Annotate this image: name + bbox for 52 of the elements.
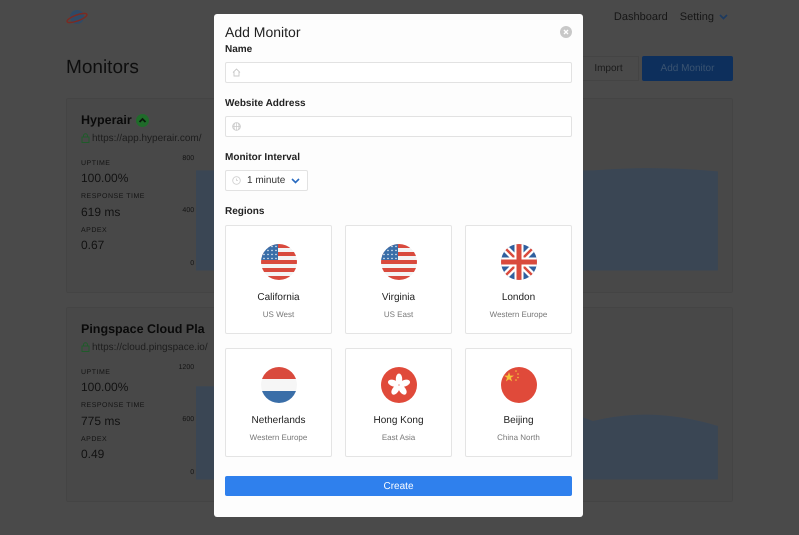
stat-value: 100.00% (81, 379, 130, 396)
us-flag-icon (260, 244, 296, 280)
planet-logo-icon[interactable] (66, 9, 88, 25)
create-button[interactable]: Create (225, 476, 572, 496)
page-title: Monitors (66, 56, 139, 80)
flower-flag-icon (380, 367, 416, 403)
region-area: China North (497, 432, 540, 444)
clock-icon (232, 176, 241, 185)
star-flag-icon (500, 367, 536, 403)
dialog-title: Add Monitor (225, 22, 300, 42)
region-name: London (502, 291, 536, 305)
text-input-field[interactable] (225, 62, 572, 83)
chevron-down-icon (291, 178, 300, 184)
globe-icon (232, 122, 241, 131)
region-area: Western Europe (490, 309, 548, 321)
lock-icon (81, 342, 90, 352)
monitor-name[interactable]: Pingspace Cloud Pla (81, 320, 205, 339)
region-area: East Asia (382, 432, 416, 444)
region-card[interactable]: Beijing China North (465, 348, 572, 457)
stat-value: 100.00% (81, 170, 130, 187)
region-name: Beijing (503, 414, 534, 428)
region-area: US East (384, 309, 414, 321)
text-input-field[interactable] (225, 116, 572, 137)
interval-dropdown[interactable]: 1 minute (225, 170, 308, 191)
region-card[interactable]: Virginia US East (345, 225, 452, 334)
field-label: Monitor Interval (225, 151, 302, 165)
region-card[interactable]: London Western Europe (465, 225, 572, 334)
lock-icon (81, 133, 90, 143)
region-name: Hong Kong (373, 414, 424, 428)
field-label: Name (225, 43, 254, 57)
region-name: Virginia (382, 291, 416, 305)
netherlands-flag-icon (260, 367, 296, 403)
close-button[interactable] (560, 26, 572, 38)
stat-value: 0.67 (81, 237, 106, 254)
section-label: Regions (225, 205, 266, 219)
home-icon (232, 68, 241, 77)
stat-value: 619 ms (81, 204, 122, 220)
region-area: Western Europe (250, 432, 308, 444)
region-card[interactable]: Netherlands Western Europe (225, 348, 332, 457)
region-name: California (257, 291, 300, 305)
us-flag-icon (380, 244, 416, 280)
stat-value: 0.49 (81, 446, 106, 463)
region-card[interactable]: California US West (225, 225, 332, 334)
region-card[interactable]: Hong Kong East Asia (345, 348, 452, 457)
chevron-down-icon (719, 14, 728, 20)
stat-value: 775 ms (81, 412, 122, 430)
region-name: Netherlands (252, 414, 306, 428)
monitor-name[interactable]: Hyperair (81, 111, 132, 130)
region-area: US West (262, 309, 294, 321)
close-icon (563, 29, 569, 35)
uk-flag-icon (500, 244, 536, 280)
field-label: Website Address (225, 97, 307, 111)
